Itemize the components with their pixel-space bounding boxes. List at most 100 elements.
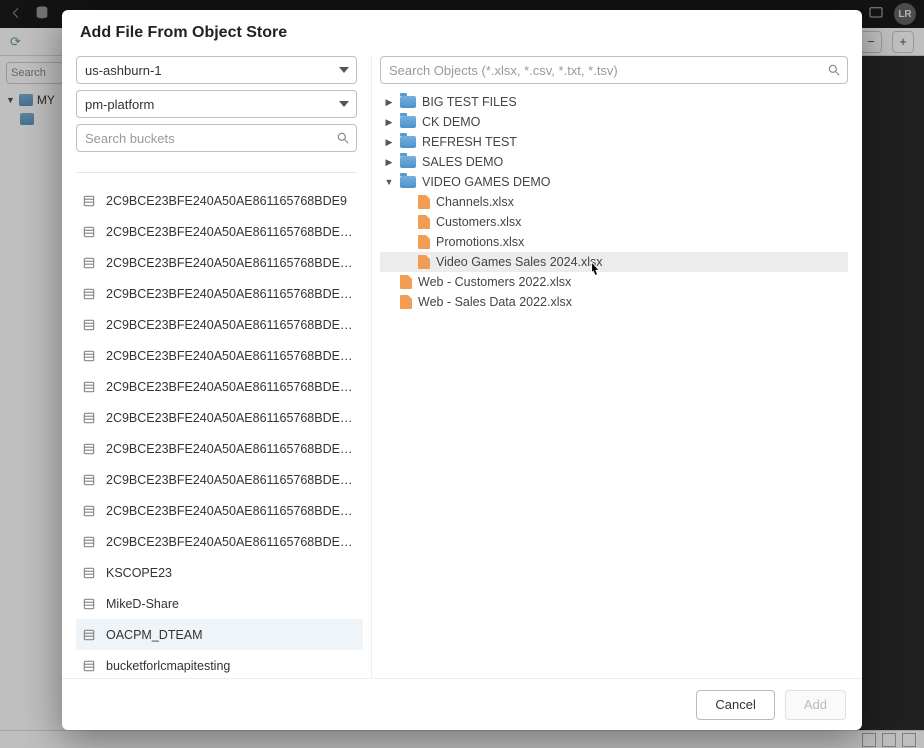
file-tree[interactable]: BIG TEST FILES CK DEMO REFRESH TEST SALES D…: [380, 92, 848, 678]
left-panel: us-ashburn-1 pm-platform: [62, 56, 372, 678]
bucket-item[interactable]: 2C9BCE23BFE240A50AE861165768BDE9_dedup: [76, 371, 363, 402]
bucket-item[interactable]: 2C9BCE23BFE240A50AE861165768BDE9_caasjob…: [76, 278, 363, 309]
bucket-name: 2C9BCE23BFE240A50AE861165768BDE9_temp2: [106, 535, 357, 549]
bucket-icon: [82, 628, 96, 642]
tree-label: Web - Sales Data 2022.xlsx: [418, 295, 572, 309]
region-select-value: us-ashburn-1: [85, 63, 162, 78]
bucket-icon: [82, 318, 96, 332]
bucket-icon: [82, 535, 96, 549]
region-select[interactable]: us-ashburn-1: [76, 56, 357, 84]
bucket-name: 2C9BCE23BFE240A50AE861165768BDE9_dedup: [106, 380, 357, 394]
bucket-name: 2C9BCE23BFE240A50AE861165768BDE9_001: [106, 225, 357, 239]
bucket-item[interactable]: 2C9BCE23BFE240A50AE861165768BDE9: [76, 185, 363, 216]
tree-caret-icon[interactable]: [384, 137, 394, 148]
bucket-name: KSCOPE23: [106, 566, 172, 580]
bucket-icon: [82, 411, 96, 425]
bucket-item[interactable]: 2C9BCE23BFE240A50AE861165768BDE9_renditi…: [76, 433, 363, 464]
tree-folder[interactable]: REFRESH TEST: [380, 132, 848, 152]
bucket-list[interactable]: 2C9BCE23BFE240A50AE861165768BDE9 2C9BCE23…: [76, 179, 369, 678]
bucket-icon: [82, 194, 96, 208]
bucket-item[interactable]: bucketforlcmapitesting: [76, 650, 363, 678]
bucket-name: 2C9BCE23BFE240A50AE861165768BDE9_content: [106, 318, 357, 332]
right-panel: BIG TEST FILES CK DEMO REFRESH TEST SALES D…: [372, 56, 862, 678]
divider: [76, 172, 357, 173]
tree-label: Video Games Sales 2024.xlsx: [436, 255, 603, 269]
tree-label: VIDEO GAMES DEMO: [422, 175, 551, 189]
tree-folder[interactable]: CK DEMO: [380, 112, 848, 132]
bucket-name: 2C9BCE23BFE240A50AE861165768BDE9_caasjob…: [106, 287, 357, 301]
tree-file[interactable]: Video Games Sales 2024.xlsx: [380, 252, 848, 272]
bucket-item[interactable]: 2C9BCE23BFE240A50AE861165768BDE9_content: [76, 309, 363, 340]
bucket-icon: [82, 659, 96, 673]
search-icon: [827, 63, 841, 77]
bucket-icon: [82, 380, 96, 394]
tree-label: CK DEMO: [422, 115, 480, 129]
folder-icon: [400, 156, 416, 168]
object-search-input[interactable]: [380, 56, 848, 84]
bucket-item[interactable]: MikeD-Share: [76, 588, 363, 619]
bucket-item[interactable]: 2C9BCE23BFE240A50AE861165768BDE9_temp: [76, 495, 363, 526]
tree-file[interactable]: Promotions.xlsx: [380, 232, 848, 252]
bucket-item[interactable]: 2C9BCE23BFE240A50AE861165768BDE9_001: [76, 216, 363, 247]
tree-label: Web - Customers 2022.xlsx: [418, 275, 571, 289]
bucket-item[interactable]: 2C9BCE23BFE240A50AE861165768BDE9_assets: [76, 247, 363, 278]
bucket-icon: [82, 287, 96, 301]
file-icon: [400, 275, 412, 289]
bucket-search-input[interactable]: [76, 124, 357, 152]
search-icon: [336, 131, 350, 145]
tree-folder[interactable]: SALES DEMO: [380, 152, 848, 172]
chevron-down-icon: [339, 67, 349, 73]
modal-footer: Cancel Add: [62, 678, 862, 730]
tree-folder[interactable]: BIG TEST FILES: [380, 92, 848, 112]
bucket-name: bucketforlcmapitesting: [106, 659, 230, 673]
bucket-name: 2C9BCE23BFE240A50AE861165768BDE9_renditi…: [106, 442, 357, 456]
tree-label: BIG TEST FILES: [422, 95, 517, 109]
bucket-item[interactable]: 2C9BCE23BFE240A50AE861165768BDE9_content…: [76, 340, 363, 371]
tree-label: Customers.xlsx: [436, 215, 521, 229]
bucket-name: 2C9BCE23BFE240A50AE861165768BDE9_other: [106, 411, 357, 425]
modal-title: Add File From Object Store: [80, 24, 844, 42]
file-icon: [418, 195, 430, 209]
tree-file[interactable]: Web - Sales Data 2022.xlsx: [380, 292, 848, 312]
bucket-item[interactable]: 2C9BCE23BFE240A50AE861165768BDE9_stage: [76, 464, 363, 495]
bucket-name: MikeD-Share: [106, 597, 179, 611]
bucket-name: 2C9BCE23BFE240A50AE861165768BDE9_stage: [106, 473, 357, 487]
bucket-name: 2C9BCE23BFE240A50AE861165768BDE9: [106, 194, 347, 208]
bucket-icon: [82, 504, 96, 518]
file-icon: [418, 255, 430, 269]
bucket-icon: [82, 442, 96, 456]
tree-caret-icon[interactable]: [384, 97, 394, 108]
tree-file[interactable]: Channels.xlsx: [380, 192, 848, 212]
compartment-select-value: pm-platform: [85, 97, 154, 112]
folder-icon: [400, 136, 416, 148]
bucket-icon: [82, 349, 96, 363]
bucket-name: 2C9BCE23BFE240A50AE861165768BDE9_content…: [106, 349, 357, 363]
bucket-item[interactable]: OACPM_DTEAM: [76, 619, 363, 650]
tree-label: Promotions.xlsx: [436, 235, 524, 249]
bucket-icon: [82, 566, 96, 580]
modal-overlay: Add File From Object Store us-ashburn-1 …: [0, 0, 924, 748]
bucket-item[interactable]: 2C9BCE23BFE240A50AE861165768BDE9_other: [76, 402, 363, 433]
folder-icon: [400, 176, 416, 188]
cancel-button[interactable]: Cancel: [696, 690, 774, 720]
file-icon: [418, 235, 430, 249]
tree-file[interactable]: Customers.xlsx: [380, 212, 848, 232]
tree-folder[interactable]: VIDEO GAMES DEMO: [380, 172, 848, 192]
bucket-icon: [82, 473, 96, 487]
bucket-item[interactable]: 2C9BCE23BFE240A50AE861165768BDE9_temp2: [76, 526, 363, 557]
compartment-select[interactable]: pm-platform: [76, 90, 357, 118]
bucket-name: 2C9BCE23BFE240A50AE861165768BDE9_temp: [106, 504, 357, 518]
chevron-down-icon: [339, 101, 349, 107]
tree-caret-icon[interactable]: [384, 157, 394, 168]
bucket-name: 2C9BCE23BFE240A50AE861165768BDE9_assets: [106, 256, 357, 270]
tree-file[interactable]: Web - Customers 2022.xlsx: [380, 272, 848, 292]
bucket-name: OACPM_DTEAM: [106, 628, 203, 642]
tree-caret-icon[interactable]: [384, 117, 394, 128]
bucket-item[interactable]: KSCOPE23: [76, 557, 363, 588]
add-file-modal: Add File From Object Store us-ashburn-1 …: [62, 10, 862, 730]
tree-caret-icon[interactable]: [384, 177, 394, 188]
bucket-icon: [82, 256, 96, 270]
tree-label: SALES DEMO: [422, 155, 503, 169]
folder-icon: [400, 96, 416, 108]
add-button[interactable]: Add: [785, 690, 846, 720]
